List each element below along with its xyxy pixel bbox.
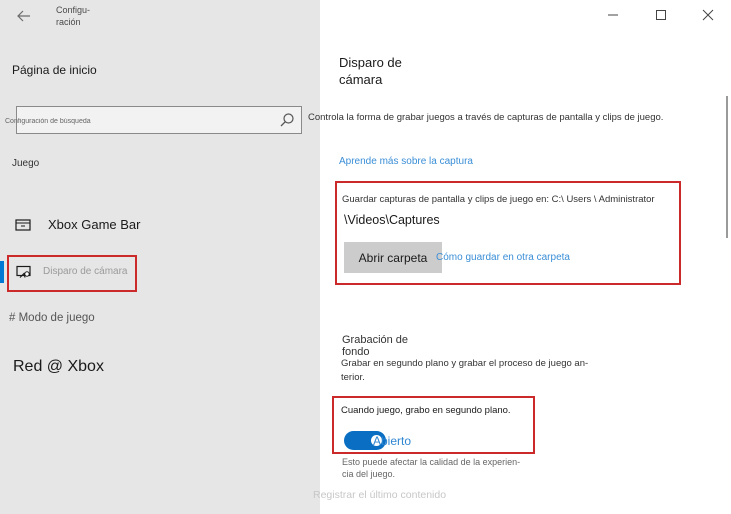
sidebar-item-game-mode[interactable]: # Modo de juego — [0, 303, 320, 333]
scrollbar[interactable] — [726, 96, 728, 238]
close-icon — [702, 9, 714, 21]
home-link[interactable]: Página de inicio — [12, 63, 97, 77]
highlight-box-save-location — [335, 181, 681, 285]
minimize-icon — [608, 14, 618, 16]
sidebar-item-label: Red @ Xbox — [13, 358, 104, 375]
maximize-button[interactable] — [649, 5, 673, 25]
highlight-box-background-recording — [332, 396, 535, 454]
page-title: Disparo de cámara — [339, 55, 402, 87]
minimize-button[interactable] — [601, 5, 625, 25]
search-box[interactable] — [5, 106, 302, 134]
back-arrow-icon — [17, 10, 30, 22]
back-button[interactable] — [10, 4, 38, 28]
xbox-game-bar-icon — [15, 219, 31, 231]
close-button[interactable] — [696, 5, 720, 25]
app-title: Configu- ración — [56, 5, 91, 27]
sidebar-item-xbox-game-bar[interactable]: Xbox Game Bar — [0, 210, 320, 240]
sidebar-item-label: Xbox Game Bar — [48, 217, 141, 232]
selection-indicator — [0, 261, 4, 283]
search-icon[interactable] — [279, 112, 295, 128]
search-input[interactable] — [5, 114, 265, 128]
page-description: Controla la forma de grabar juegos a tra… — [308, 112, 664, 123]
highlight-box-captures-nav — [7, 255, 137, 292]
performance-note: Esto puede afectar la calidad de la expe… — [342, 457, 521, 479]
sidebar-item-xbox-networking[interactable]: Red @ Xbox — [0, 352, 320, 382]
group-heading-gaming: Juego — [12, 158, 40, 169]
background-recording-description: Grabar en segundo plano y grabar el proc… — [341, 358, 589, 383]
maximize-icon — [656, 10, 666, 20]
sidebar-item-label: # Modo de juego — [9, 312, 95, 324]
background-recording-heading: Grabación de fondo — [342, 334, 409, 358]
learn-more-link[interactable]: Aprende más sobre la captura — [339, 156, 473, 167]
record-last-heading: Registrar el último contenido — [313, 489, 447, 501]
